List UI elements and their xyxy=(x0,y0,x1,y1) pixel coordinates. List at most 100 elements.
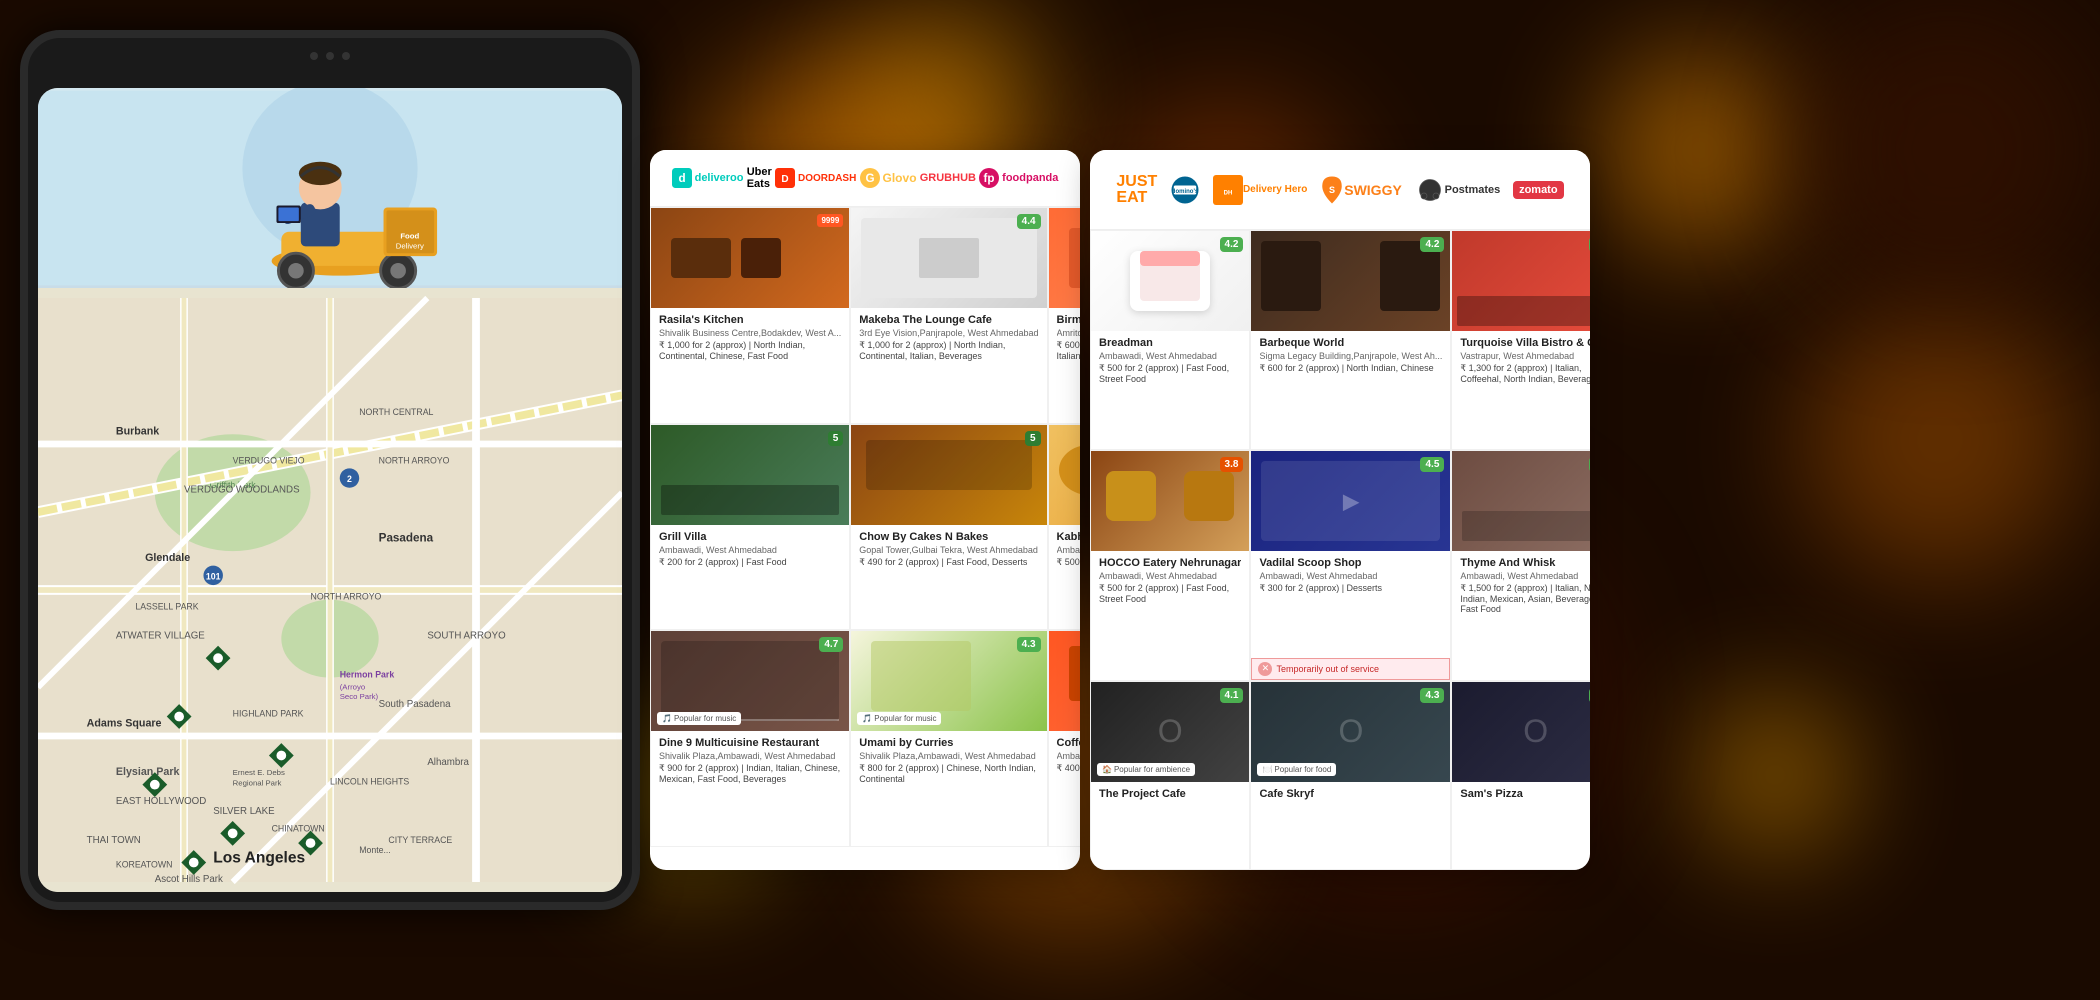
postmates-icon xyxy=(1415,178,1445,202)
svg-text:Regional Park: Regional Park xyxy=(233,779,282,788)
restaurant-name-vadilal: Vadilal Scoop Shop xyxy=(1259,557,1442,569)
restaurant-address-grillvilla: Ambawadi, West Ahmedabad xyxy=(659,545,841,555)
rating-badge-grillvilla: 5 xyxy=(828,431,844,446)
restaurant-price-thyme: ₹ 1,500 for 2 (approx) | Italian, North … xyxy=(1460,583,1590,614)
restaurant-name-grillvilla: Grill Villa xyxy=(659,531,841,543)
restaurant-card-umami[interactable]: 4.3 🎵 Popular for music Umami by Curries… xyxy=(850,630,1047,847)
rating-badge-hocco: 3.8 xyxy=(1220,457,1244,472)
foodpanda-icon: fp xyxy=(979,168,999,188)
restaurant-address-rasila: Shivalik Business Centre,Bodakdev, West … xyxy=(659,328,841,338)
restaurant-name-chow: Chow By Cakes N Bakes xyxy=(859,531,1038,543)
restaurant-address-coffee: Ambawadi, West Ahmedabad xyxy=(1057,751,1080,761)
apps-header: d deliveroo UberEats D DOORDASH G Glovo … xyxy=(650,150,1080,207)
restaurant-card-project[interactable]: O 4.1 🏠 Popular for ambience The Project… xyxy=(1090,681,1250,870)
restaurant-card-thyme[interactable]: 4.4 Thyme And Whisk Ambawadi, West Ahmed… xyxy=(1451,450,1590,680)
restaurant-price-birmies: ₹ 600 for 2 (approx) | Chinese, North In… xyxy=(1057,340,1080,361)
doordash-logo: D DOORDASH xyxy=(775,168,856,188)
restaurant-card-breadman[interactable]: 4.2 Breadman Ambawadi, West Ahmedabad ₹ … xyxy=(1090,230,1250,450)
svg-text:domino's: domino's xyxy=(1172,189,1199,195)
svg-text:VERDUGO WOODLANDS: VERDUGO WOODLANDS xyxy=(184,485,300,496)
postmates-logo: Postmates xyxy=(1415,178,1501,202)
restaurant-card-rasila[interactable]: 9999 Rasila's Kitchen Shivalik Business … xyxy=(650,207,850,424)
svg-text:VERDUGO VIEJO: VERDUGO VIEJO xyxy=(233,455,305,465)
glovo-logo: G Glovo xyxy=(860,168,917,188)
restaurant-address-makeba: 3rd Eye Vision,Panjrapole, West Ahmedaba… xyxy=(859,328,1038,338)
svg-text:NORTH CENTRAL: NORTH CENTRAL xyxy=(359,407,433,417)
svg-text:HIGHLAND PARK: HIGHLAND PARK xyxy=(233,709,304,719)
restaurant-card-coffee[interactable]: 4.6 Coffee ByUs Ambawadi, West Ahmedabad… xyxy=(1048,630,1080,847)
restaurant-address-breadman: Ambawadi, West Ahmedabad xyxy=(1099,351,1241,361)
glovo-icon: G xyxy=(860,168,880,188)
swiggy-logo: S SWIGGY xyxy=(1320,175,1402,205)
svg-text:EAST HOLLYWOOD: EAST HOLLYWOOD xyxy=(116,796,206,807)
svg-text:CITY TERRACE: CITY TERRACE xyxy=(388,835,452,845)
out-of-service-banner: ✕ Temporarily out of service xyxy=(1251,658,1450,680)
illustration-svg: Food Delivery xyxy=(38,88,622,288)
restaurant-price-rasila: ₹ 1,000 for 2 (approx) | North Indian, C… xyxy=(659,340,841,361)
rating-badge-barbeque: 4.2 xyxy=(1420,237,1444,252)
restaurant-price-kabhi: ₹ 500 for 2 (approx) | Fast Food, Desser… xyxy=(1057,557,1080,568)
restaurant-card-kabhi[interactable]: 4.2 Kabhi B Ambawadi, West Ahmedabad ₹ 5… xyxy=(1048,424,1080,631)
restaurant-card-dine9[interactable]: 4.7 🎵 Popular for music Dine 9 Multicuis… xyxy=(650,630,850,847)
svg-text:THAI TOWN: THAI TOWN xyxy=(87,835,141,846)
deliveroo-icon: d xyxy=(672,168,692,188)
restaurant-address-vadilal: Ambawadi, West Ahmedabad xyxy=(1259,571,1442,581)
restaurant-card-makeba[interactable]: 4.4 Makeba The Lounge Cafe 3rd Eye Visio… xyxy=(850,207,1047,424)
deliveryhero-logo: DH Delivery Hero xyxy=(1213,175,1307,205)
restaurant-card-grillvilla[interactable]: 5 Grill Villa Ambawadi, West Ahmedabad ₹… xyxy=(650,424,850,631)
restaurant-address-chow: Gopal Tower,Gulbai Tekra, West Ahmedabad xyxy=(859,545,1038,555)
map-area[interactable]: Griffith Park xyxy=(38,288,622,892)
svg-text:2: 2 xyxy=(347,474,352,484)
restaurant-price-dine9: ₹ 900 for 2 (approx) | Indian, Italian, … xyxy=(659,763,841,784)
tablet-screen: Food Delivery xyxy=(38,88,622,892)
restaurant-name-turquoise: Turquoise Villa Bistro & Cafe xyxy=(1460,337,1590,349)
svg-text:LINCOLN HEIGHTS: LINCOLN HEIGHTS xyxy=(330,777,409,787)
ubereats-logo: UberEats xyxy=(747,166,772,190)
svg-text:Adams Square: Adams Square xyxy=(87,717,162,729)
svg-text:SILVER LAKE: SILVER LAKE xyxy=(213,806,275,817)
rating-badge-umami: 4.3 xyxy=(1017,637,1041,652)
restaurant-address-barbeque: Sigma Legacy Building,Panjrapole, West A… xyxy=(1259,351,1442,361)
right-apps-header: JUSTEAT domino's DH Delivery Hero S SWIG… xyxy=(1090,150,1590,230)
zomato-logo: zomato xyxy=(1513,181,1564,199)
restaurant-name-rasila: Rasila's Kitchen xyxy=(659,314,841,326)
restaurant-price-umami: ₹ 800 for 2 (approx) | Chinese, North In… xyxy=(859,763,1038,784)
svg-text:LASSELL PARK: LASSELL PARK xyxy=(135,601,198,611)
restaurant-price-breadman: ₹ 500 for 2 (approx) | Fast Food, Street… xyxy=(1099,363,1241,384)
restaurant-address-turquoise: Vastrapur, West Ahmedabad xyxy=(1460,351,1590,361)
restaurant-address-umami: Shivalik Plaza,Ambawadi, West Ahmedabad xyxy=(859,751,1038,761)
tablet-camera xyxy=(310,52,350,60)
svg-text:South Pasadena: South Pasadena xyxy=(379,699,451,710)
rating-badge-turquoise: 4.1 xyxy=(1589,237,1590,252)
restaurant-card-cafe[interactable]: O 4.3 🍽️ Popular for food Cafe Skryf xyxy=(1250,681,1451,870)
svg-text:101: 101 xyxy=(206,571,221,581)
svg-text:Hermon Park: Hermon Park xyxy=(340,670,395,680)
restaurant-card-barbeque[interactable]: 4.2 Barbeque World Sigma Legacy Building… xyxy=(1250,230,1451,450)
svg-text:Delivery: Delivery xyxy=(396,241,424,250)
svg-text:G: G xyxy=(865,172,874,185)
restaurant-name-kabhi: Kabhi B xyxy=(1057,531,1080,543)
svg-text:Elysian Park: Elysian Park xyxy=(116,766,180,778)
restaurant-card-birmies[interactable]: 5 4.3 Birmies Amritdh Complex,Ambawadi, … xyxy=(1048,207,1080,424)
restaurant-price-grillvilla: ₹ 200 for 2 (approx) | Fast Food xyxy=(659,557,841,568)
restaurant-name-barbeque: Barbeque World xyxy=(1259,337,1442,349)
restaurant-address-hocco: Ambawadi, West Ahmedabad xyxy=(1099,571,1241,581)
restaurant-name-birmies: Birmies xyxy=(1057,314,1080,326)
restaurant-name-dine9: Dine 9 Multicuisine Restaurant xyxy=(659,737,841,749)
restaurant-card-chow[interactable]: 5 Chow By Cakes N Bakes Gopal Tower,Gulb… xyxy=(850,424,1047,631)
rating-badge-sams: 4.2 xyxy=(1589,688,1590,703)
restaurant-card-vadilal[interactable]: ▶ 4.5 Vadilal Scoop Shop Ambawadi, West … xyxy=(1250,450,1451,680)
deliveryhero-icon: DH xyxy=(1213,175,1243,205)
rating-badge-vadilal: 4.5 xyxy=(1420,457,1444,472)
restaurant-card-turquoise[interactable]: 4.1 Turquoise Villa Bistro & Cafe Vastra… xyxy=(1451,230,1590,450)
restaurant-price-barbeque: ₹ 600 for 2 (approx) | North Indian, Chi… xyxy=(1259,363,1442,374)
svg-text:Ascot Hills Park: Ascot Hills Park xyxy=(155,874,223,885)
restaurant-card-hocco[interactable]: 3.8 HOCCO Eatery Nehrunagar Ambawadi, We… xyxy=(1090,450,1250,680)
tablet-frame: Food Delivery xyxy=(20,30,640,910)
svg-text:ATWATER VILLAGE: ATWATER VILLAGE xyxy=(116,631,205,642)
restaurant-name-cafe: Cafe Skryf xyxy=(1259,788,1442,800)
dismiss-button[interactable]: ✕ xyxy=(1258,662,1272,676)
svg-text:Alhambra: Alhambra xyxy=(427,757,469,768)
popular-badge-cafe: 🍽️ Popular for food xyxy=(1257,763,1336,776)
restaurant-card-sams[interactable]: O 4.2 Sam's Pizza xyxy=(1451,681,1590,870)
